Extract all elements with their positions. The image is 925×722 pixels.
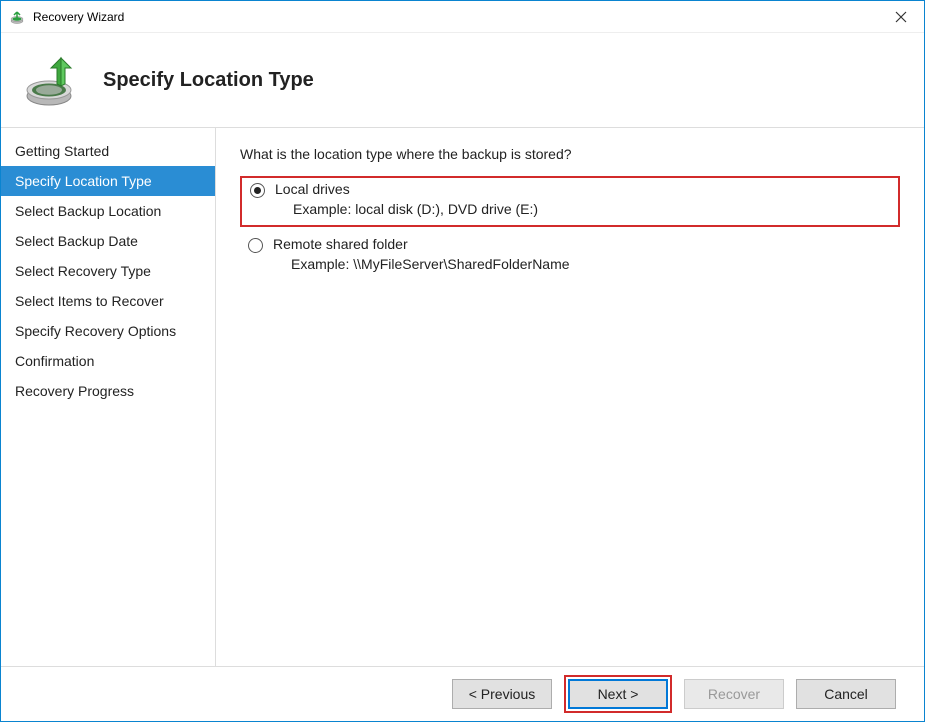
recovery-wizard-window: Recovery Wizard Specify Location Type Ge… <box>0 0 925 722</box>
app-icon <box>9 9 25 25</box>
radio-local-drives[interactable] <box>250 183 265 198</box>
sidebar-item-select-items-to-recover[interactable]: Select Items to Recover <box>1 286 215 316</box>
page-title: Specify Location Type <box>103 69 314 92</box>
sidebar-item-select-backup-location[interactable]: Select Backup Location <box>1 196 215 226</box>
option-remote-shared-folder[interactable]: Remote shared folder Example: \\MyFileSe… <box>240 233 900 280</box>
option-label-local-drives: Local drives <box>275 180 894 197</box>
recover-button: Recover <box>684 679 784 709</box>
radio-remote-shared-folder[interactable] <box>248 238 263 253</box>
next-button-highlight: Next > <box>564 675 672 713</box>
next-button[interactable]: Next > <box>568 679 668 709</box>
close-button[interactable] <box>878 2 924 32</box>
wizard-header: Specify Location Type <box>1 33 924 127</box>
cancel-button[interactable]: Cancel <box>796 679 896 709</box>
sidebar-item-specify-location-type[interactable]: Specify Location Type <box>1 166 215 196</box>
option-example-remote-shared-folder: Example: \\MyFileServer\SharedFolderName <box>273 252 896 274</box>
wizard-sidebar: Getting Started Specify Location Type Se… <box>1 128 216 666</box>
sidebar-item-select-recovery-type[interactable]: Select Recovery Type <box>1 256 215 286</box>
option-example-local-drives: Example: local disk (D:), DVD drive (E:) <box>275 197 894 219</box>
window-title: Recovery Wizard <box>33 10 878 24</box>
sidebar-item-select-backup-date[interactable]: Select Backup Date <box>1 226 215 256</box>
option-local-drives[interactable]: Local drives Example: local disk (D:), D… <box>240 176 900 227</box>
wizard-icon <box>21 50 81 110</box>
titlebar: Recovery Wizard <box>1 1 924 33</box>
sidebar-item-confirmation[interactable]: Confirmation <box>1 346 215 376</box>
sidebar-item-specify-recovery-options[interactable]: Specify Recovery Options <box>1 316 215 346</box>
wizard-body: Getting Started Specify Location Type Se… <box>1 127 924 667</box>
wizard-main: What is the location type where the back… <box>216 128 924 666</box>
prompt-text: What is the location type where the back… <box>240 146 900 162</box>
previous-button[interactable]: < Previous <box>452 679 552 709</box>
sidebar-item-recovery-progress[interactable]: Recovery Progress <box>1 376 215 406</box>
sidebar-item-getting-started[interactable]: Getting Started <box>1 136 215 166</box>
option-label-remote-shared-folder: Remote shared folder <box>273 235 896 252</box>
wizard-footer: < Previous Next > Recover Cancel <box>1 667 924 721</box>
